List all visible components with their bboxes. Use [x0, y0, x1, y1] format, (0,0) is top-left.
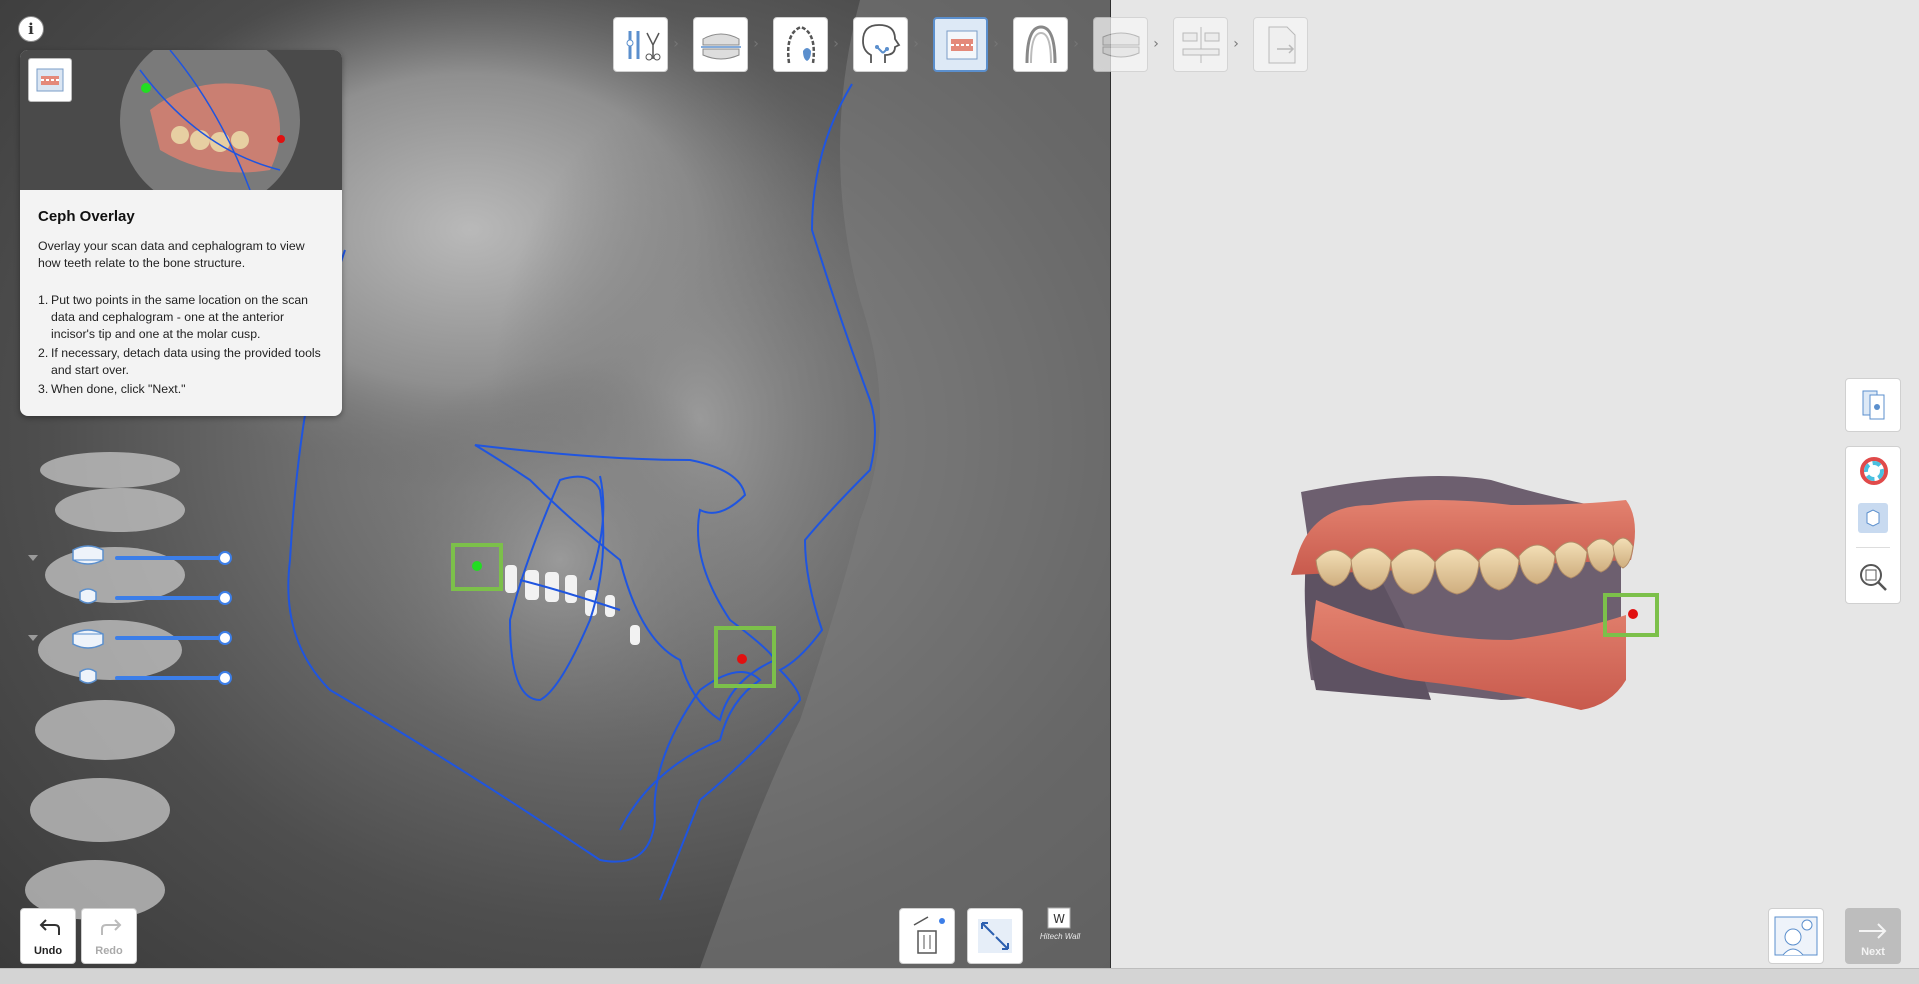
arrow-right-icon	[1859, 923, 1887, 939]
guide-step: 3. When done, click "Next."	[38, 382, 186, 396]
guide-panel: Ceph Overlay Overlay your scan data and …	[20, 50, 342, 416]
undo-button[interactable]: Undo	[20, 908, 76, 964]
tooth-segmentation-icon	[786, 25, 815, 63]
dental-scan-model	[1291, 476, 1659, 710]
molar-point-green[interactable]	[472, 561, 482, 571]
ceph-head-icon	[861, 23, 900, 63]
undo-icon	[39, 919, 60, 935]
incisor-point-red[interactable]	[737, 654, 747, 664]
zoom-fit-icon[interactable]	[1846, 557, 1900, 597]
cube-view-icon	[1866, 509, 1880, 527]
step-tooth-segmentation[interactable]	[773, 17, 828, 72]
lower-jaw-opacity-knob[interactable]	[218, 631, 232, 645]
fit-view-button[interactable]	[967, 908, 1023, 964]
step-tools[interactable]	[613, 17, 668, 72]
step-report-export[interactable]	[1253, 17, 1308, 72]
lower-teeth-opacity-knob[interactable]	[218, 671, 232, 685]
guide-preview-image	[20, 50, 342, 190]
view-direction-icon	[1862, 390, 1885, 420]
view-tools-panel	[1845, 446, 1901, 604]
collapse-upper-icon[interactable]	[28, 555, 38, 561]
arch-scan-icon	[700, 33, 741, 59]
step-arch-compare[interactable]	[1173, 17, 1228, 72]
arch-compare-icon	[1182, 26, 1219, 63]
ceph-overlay-thumb-icon	[28, 58, 72, 102]
info-button[interactable]: i	[18, 16, 44, 42]
detach-data-button[interactable]	[899, 908, 955, 964]
lower-jaw-opacity-slider[interactable]	[115, 636, 225, 640]
assistant-help-icon	[1774, 916, 1818, 956]
upper-teeth-opacity-knob[interactable]	[218, 591, 232, 605]
next-label: Next	[1861, 946, 1885, 958]
brand-logo: W Hitech Wall	[1034, 906, 1086, 946]
lower-jaw-icon[interactable]	[70, 622, 106, 652]
status-strip	[0, 968, 1919, 984]
guide-step: 1. Put two points in the same location on…	[38, 293, 309, 341]
next-button[interactable]: Next	[1845, 908, 1901, 964]
upper-teeth-opacity-slider[interactable]	[115, 596, 225, 600]
guide-steps: 1. Put two points in the same location on…	[38, 292, 330, 400]
occlusal-arch-icon	[1025, 24, 1056, 63]
cube-view-button[interactable]	[1858, 503, 1888, 533]
upper-jaw-icon[interactable]	[70, 542, 106, 572]
upper-jaw-opacity-slider[interactable]	[115, 556, 225, 560]
step-ceph-overlay[interactable]	[933, 17, 988, 72]
assistant-button[interactable]	[1768, 908, 1824, 964]
redo-label: Redo	[95, 945, 123, 957]
report-export-icon	[1268, 26, 1295, 63]
upper-teeth-icon[interactable]	[70, 586, 106, 608]
guide-title: Ceph Overlay	[38, 208, 135, 225]
redo-button[interactable]: Redo	[81, 908, 137, 964]
detach-trash-icon	[913, 916, 945, 954]
step-ceph-head[interactable]	[853, 17, 908, 72]
view-direction-button[interactable]	[1845, 378, 1901, 432]
guide-step: 2. If necessary, detach data using the pr…	[38, 346, 321, 377]
fit-view-icon	[978, 919, 1012, 953]
bite-setup-icon	[1102, 32, 1139, 57]
color-palette-icon[interactable]	[1846, 451, 1900, 491]
tool-divider	[1856, 547, 1890, 548]
svg-text:W: W	[1053, 912, 1065, 926]
scan-viewport[interactable]	[1111, 0, 1919, 968]
redo-icon	[101, 919, 122, 935]
upper-jaw-opacity-knob[interactable]	[218, 551, 232, 565]
step-occlusal-arch[interactable]	[1013, 17, 1068, 72]
lower-teeth-opacity-slider[interactable]	[115, 676, 225, 680]
undo-label: Undo	[33, 945, 63, 957]
step-arch-scan[interactable]	[693, 17, 748, 72]
lower-teeth-icon[interactable]	[70, 666, 106, 688]
tools-icon	[626, 30, 660, 60]
ceph-overlay-icon	[946, 30, 977, 59]
brand-label: Hitech Wall	[1039, 932, 1081, 941]
guide-description: Overlay your scan data and cephalogram t…	[38, 239, 305, 270]
info-icon: i	[28, 20, 34, 38]
collapse-lower-icon[interactable]	[28, 635, 38, 641]
step-bite-setup[interactable]	[1093, 17, 1148, 72]
